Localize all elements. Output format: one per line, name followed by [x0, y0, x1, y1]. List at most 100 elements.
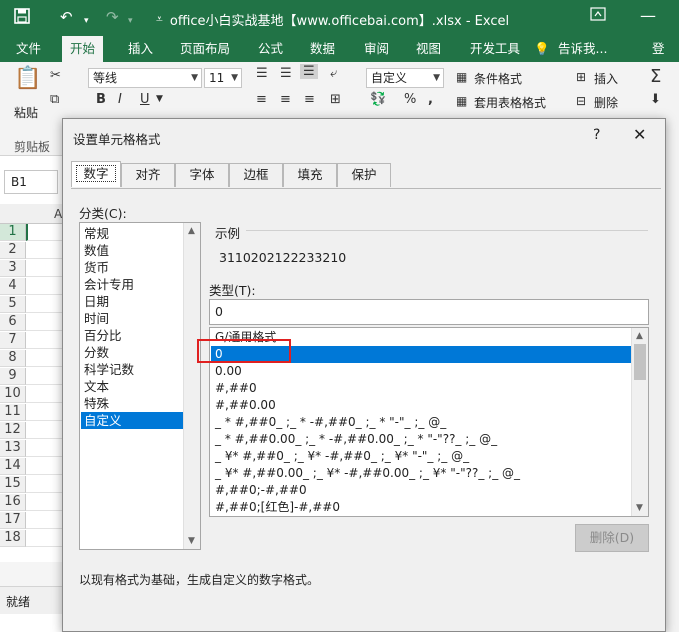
- format-item[interactable]: _ * #,##0.00_ ;_ * -#,##0.00_ ;_ * "-"??…: [211, 431, 631, 448]
- category-item[interactable]: 时间: [81, 310, 183, 327]
- tab-view[interactable]: 视图: [408, 36, 449, 62]
- number-format-select[interactable]: 自定义 ▼: [366, 68, 444, 88]
- category-item[interactable]: 自定义: [81, 412, 183, 429]
- row-header[interactable]: 12: [0, 422, 26, 439]
- insert-cells-icon[interactable]: ⊞: [576, 70, 586, 84]
- bold-button[interactable]: B: [96, 92, 106, 107]
- copy-icon[interactable]: ⧉: [50, 92, 59, 107]
- sheet-cell[interactable]: [26, 440, 66, 457]
- tab-border[interactable]: 边框: [229, 163, 283, 187]
- row-header[interactable]: 10: [0, 386, 26, 403]
- merge-center-icon[interactable]: ⊞: [330, 92, 341, 107]
- tab-formulas[interactable]: 公式: [250, 36, 291, 62]
- sheet-cell[interactable]: [26, 494, 66, 511]
- format-scrollbar[interactable]: ▲ ▼: [631, 328, 648, 516]
- format-item[interactable]: 0: [211, 346, 631, 363]
- ribbon-options-icon[interactable]: [590, 6, 606, 25]
- category-item[interactable]: 文本: [81, 378, 183, 395]
- sheet-cell[interactable]: [26, 242, 66, 259]
- conditional-format-button[interactable]: 条件格式: [474, 70, 522, 87]
- accounting-format-icon[interactable]: 💱: [370, 92, 386, 107]
- row-header[interactable]: 4: [0, 278, 26, 295]
- row-header[interactable]: 1: [0, 224, 26, 241]
- tab-home[interactable]: 开始: [62, 36, 104, 62]
- category-item[interactable]: 数值: [81, 242, 183, 259]
- chevron-down-icon[interactable]: ▼: [156, 94, 163, 104]
- align-bottom-icon[interactable]: ☰: [300, 64, 318, 79]
- tab-protection[interactable]: 保护: [337, 163, 391, 187]
- underline-button[interactable]: U: [140, 92, 150, 107]
- row-header[interactable]: 6: [0, 314, 26, 331]
- sheet-cell[interactable]: [26, 476, 66, 493]
- category-scrollbar[interactable]: ▲ ▼: [183, 223, 200, 549]
- sheet-cell[interactable]: [26, 512, 66, 529]
- comma-style-icon[interactable]: ,: [428, 92, 433, 107]
- scroll-down-icon[interactable]: ▼: [188, 536, 195, 546]
- row-header[interactable]: 3: [0, 260, 26, 277]
- tell-me-search[interactable]: 告诉我...: [550, 36, 615, 62]
- sheet-cell[interactable]: [26, 350, 66, 367]
- sheet-cell[interactable]: [26, 422, 66, 439]
- category-item[interactable]: 日期: [81, 293, 183, 310]
- row-header[interactable]: 9: [0, 368, 26, 385]
- format-item[interactable]: G/通用格式: [211, 329, 631, 346]
- row-header[interactable]: 5: [0, 296, 26, 313]
- paste-icon[interactable]: 📋: [14, 66, 41, 91]
- sheet-cell[interactable]: [26, 386, 66, 403]
- font-size-select[interactable]: 11 ▼: [204, 68, 242, 88]
- tab-data[interactable]: 数据: [302, 36, 343, 62]
- format-item[interactable]: #,##0.00: [211, 397, 631, 414]
- format-item[interactable]: #,##0;[红色]-#,##0: [211, 499, 631, 516]
- sheet-cell[interactable]: [26, 530, 66, 547]
- format-item[interactable]: #,##0;-#,##0: [211, 482, 631, 499]
- align-middle-icon[interactable]: ☰: [280, 66, 292, 81]
- sheet-cell[interactable]: [26, 224, 66, 241]
- category-item[interactable]: 分数: [81, 344, 183, 361]
- table-format-icon[interactable]: ▦: [456, 94, 467, 108]
- minimize-button[interactable]: —: [640, 6, 656, 25]
- row-header[interactable]: 17: [0, 512, 26, 529]
- category-list[interactable]: 常规 数值 货币 会计专用 日期 时间 百分比 分数 科学记数 文本 特殊 自定义 ▲ ▼: [79, 222, 201, 550]
- row-header[interactable]: 16: [0, 494, 26, 511]
- sheet-cell[interactable]: [26, 314, 66, 331]
- tab-font[interactable]: 字体: [175, 163, 229, 187]
- align-center-icon[interactable]: ≡: [280, 92, 291, 107]
- sheet-cell[interactable]: [26, 260, 66, 277]
- sheet-cell[interactable]: [26, 332, 66, 349]
- scroll-thumb[interactable]: [634, 344, 646, 380]
- scroll-down-icon[interactable]: ▼: [636, 503, 643, 513]
- scroll-up-icon[interactable]: ▲: [636, 331, 643, 341]
- format-list[interactable]: G/通用格式 0 0.00 #,##0 #,##0.00 _ * #,##0_ ;_ * …: [209, 327, 649, 517]
- format-item[interactable]: #,##0: [211, 380, 631, 397]
- format-item[interactable]: _ ¥* #,##0.00_ ;_ ¥* -#,##0.00_ ;_ ¥* "-…: [211, 465, 631, 482]
- delete-format-button[interactable]: 删除(D): [575, 524, 649, 552]
- font-name-select[interactable]: 等线 ▼: [88, 68, 202, 88]
- format-item[interactable]: 0.00: [211, 363, 631, 380]
- align-top-icon[interactable]: ☰: [256, 66, 268, 81]
- row-header[interactable]: 2: [0, 242, 26, 259]
- delete-cells-icon[interactable]: ⊟: [576, 94, 586, 108]
- category-item[interactable]: 会计专用: [81, 276, 183, 293]
- close-button[interactable]: ✕: [633, 125, 646, 144]
- tab-file[interactable]: 文件: [8, 36, 49, 62]
- align-left-icon[interactable]: ≡: [256, 92, 267, 107]
- tab-alignment[interactable]: 对齐: [121, 163, 175, 187]
- autosum-icon[interactable]: Σ: [650, 66, 661, 87]
- category-item[interactable]: 百分比: [81, 327, 183, 344]
- insert-cells-button[interactable]: 插入: [594, 70, 618, 87]
- table-format-button[interactable]: 套用表格格式: [474, 94, 546, 111]
- category-item[interactable]: 货币: [81, 259, 183, 276]
- tab-developer[interactable]: 开发工具: [462, 36, 528, 62]
- row-header[interactable]: 7: [0, 332, 26, 349]
- sheet-cell[interactable]: [26, 296, 66, 313]
- fill-icon[interactable]: ⬇: [650, 92, 661, 107]
- italic-button[interactable]: I: [118, 92, 122, 107]
- tab-fill[interactable]: 填充: [283, 163, 337, 187]
- row-header[interactable]: 14: [0, 458, 26, 475]
- conditional-format-icon[interactable]: ▦: [456, 70, 467, 84]
- sheet-cell[interactable]: [26, 278, 66, 295]
- row-header[interactable]: 11: [0, 404, 26, 421]
- category-item[interactable]: 特殊: [81, 395, 183, 412]
- align-right-icon[interactable]: ≡: [304, 92, 315, 107]
- row-header[interactable]: 8: [0, 350, 26, 367]
